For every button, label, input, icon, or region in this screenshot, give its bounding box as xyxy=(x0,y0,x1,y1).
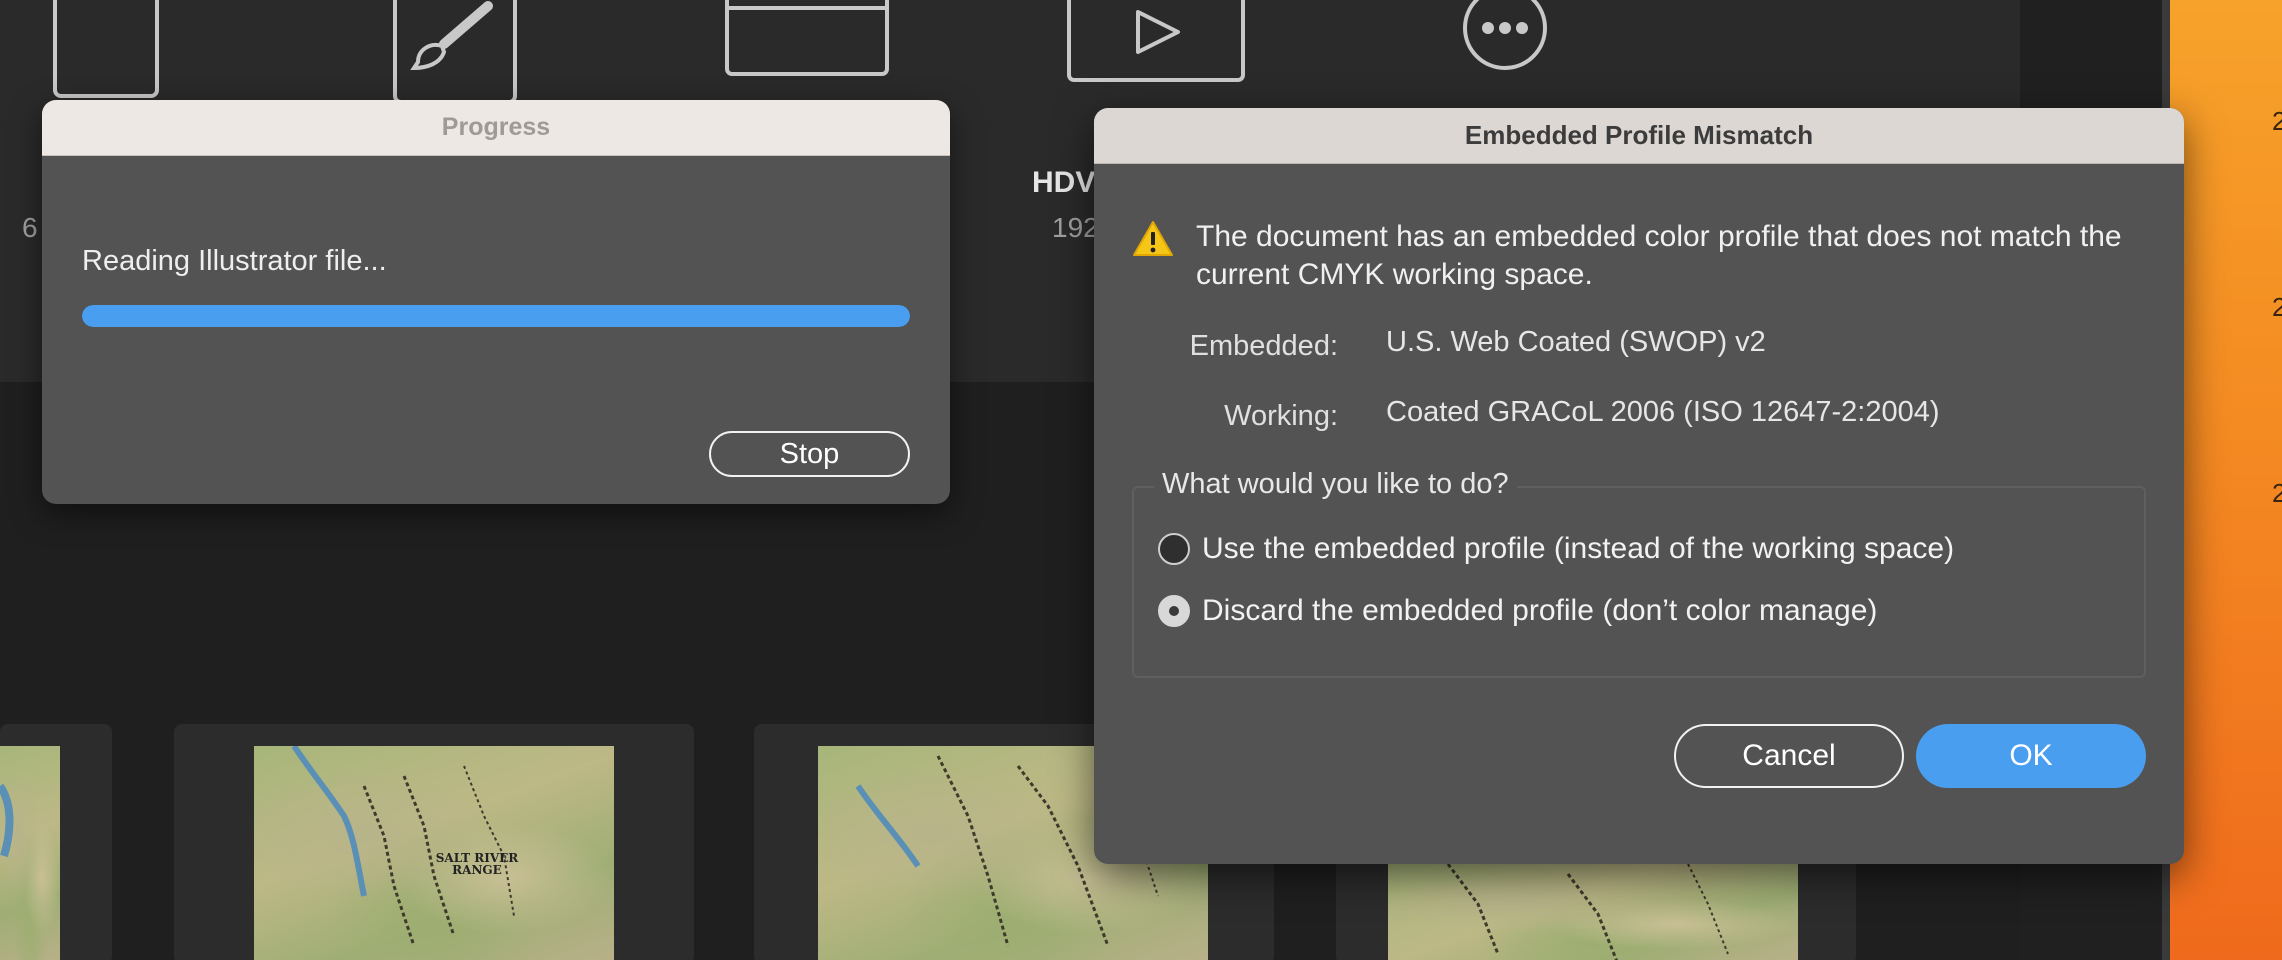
stop-button[interactable]: Stop xyxy=(709,431,910,477)
warning-triangle-icon xyxy=(1132,220,1174,263)
working-profile-value: Coated GRACoL 2006 (ISO 12647-2:2004) xyxy=(1386,396,1940,428)
embedded-profile-value: U.S. Web Coated (SWOP) v2 xyxy=(1386,326,1766,358)
recent-file-card[interactable]: SALT RIVER RANGE xyxy=(174,724,694,960)
mismatch-message: The document has an embedded color profi… xyxy=(1196,220,2122,291)
document-icon[interactable] xyxy=(52,0,162,100)
working-label: Working: xyxy=(1224,400,1338,432)
radio-button[interactable] xyxy=(1158,533,1190,565)
map-thumbnail: SALT RIVER RANGE xyxy=(254,746,614,960)
more-icon[interactable] xyxy=(1460,0,1550,74)
cancel-button[interactable]: Cancel xyxy=(1674,724,1904,788)
radio-label: Discard the embedded profile (don’t colo… xyxy=(1202,594,1878,627)
desktop-wallpaper xyxy=(2170,0,2282,960)
embedded-label: Embedded: xyxy=(1189,330,1338,362)
wallpaper-number: 2 xyxy=(2272,478,2282,508)
map-thumbnail xyxy=(0,746,60,960)
wallpaper-number: 2 xyxy=(2272,106,2282,136)
profile-mismatch-dialog: Embedded Profile Mismatch The document h… xyxy=(1094,108,2184,864)
discard-embedded-profile-option[interactable]: Discard the embedded profile (don’t colo… xyxy=(1158,594,1877,628)
ok-button[interactable]: OK xyxy=(1916,724,2146,788)
preset-dimensions: 6 xyxy=(22,212,38,243)
web-icon[interactable] xyxy=(724,0,890,80)
map-thumbnail xyxy=(1388,864,1798,960)
radio-label: Use the embedded profile (instead of the… xyxy=(1202,532,1955,565)
map-label: SALT RIVER RANGE xyxy=(435,851,519,877)
recent-file-card[interactable] xyxy=(0,724,112,960)
radio-button[interactable] xyxy=(1158,595,1190,627)
use-embedded-profile-option[interactable]: Use the embedded profile (instead of the… xyxy=(1158,532,1954,566)
preset-dimensions: 192 xyxy=(1052,212,1099,243)
progress-message: Reading Illustrator file... xyxy=(82,245,387,277)
wallpaper-number: 2 xyxy=(2272,292,2282,322)
progress-bar xyxy=(82,305,910,327)
dialog-title: Progress xyxy=(42,100,950,156)
dialog-title: Embedded Profile Mismatch xyxy=(1094,108,2184,164)
options-group-title: What would you like to do? xyxy=(1154,468,1517,501)
preset-name: HDV xyxy=(1032,166,1096,199)
video-play-icon[interactable] xyxy=(1066,0,1246,86)
progress-bar-fill xyxy=(82,305,910,327)
progress-dialog: Progress Reading Illustrator file... Sto… xyxy=(42,100,950,504)
options-group xyxy=(1132,486,2146,678)
paintbrush-icon[interactable] xyxy=(392,0,518,104)
